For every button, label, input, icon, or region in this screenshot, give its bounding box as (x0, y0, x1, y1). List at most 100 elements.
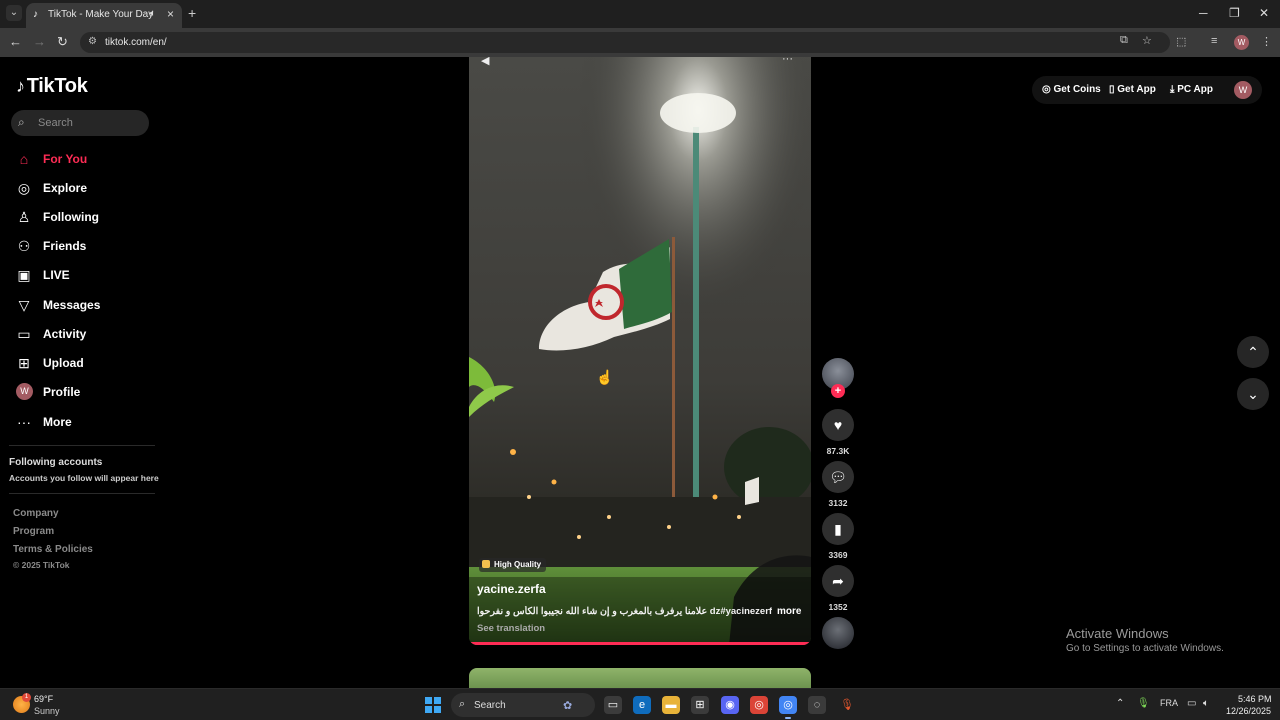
previous-video-button[interactable]: ⌃ (1237, 336, 1269, 368)
divider (9, 493, 155, 494)
microphone-app-icon[interactable]: 🎙︎ (838, 696, 856, 714)
like-button[interactable]: ♥ (822, 409, 854, 441)
bookmark-star-icon[interactable]: ☆ (1142, 34, 1152, 47)
footer-link-company[interactable]: Company (13, 508, 59, 519)
file-explorer-icon[interactable]: ▬ (662, 696, 680, 714)
sound-disc[interactable] (822, 617, 854, 649)
follow-plus-button[interactable]: + (831, 384, 845, 398)
chrome-profile-icon[interactable]: ◎ (779, 696, 797, 719)
video-player[interactable]: ◀︎ ··· High Quality yacine.zerfa علامنا … (469, 57, 811, 645)
video-frame (469, 57, 811, 645)
volume-icon[interactable]: ◀︎ (481, 57, 489, 67)
pc-app-button[interactable]: ⤓ PC App (1170, 84, 1213, 95)
comment-button[interactable]: 💬︎ (822, 461, 854, 493)
sidebar-item-upload[interactable]: ⊞ Upload (16, 353, 156, 375)
more-icon: ··· (17, 414, 31, 430)
sidebar-item-friends[interactable]: ⚇ Friends (16, 236, 156, 258)
browser-menu-icon[interactable]: ⋮ (1261, 35, 1272, 48)
weather-temperature: 69°F (34, 694, 54, 704)
user-avatar[interactable]: W (1234, 81, 1252, 99)
discord-icon[interactable]: ◉ (721, 696, 739, 714)
network-icon[interactable]: ▭ (1187, 698, 1196, 709)
sidebar-item-messages[interactable]: ▽ Messages (16, 295, 156, 317)
video-author[interactable]: yacine.zerfa (477, 582, 546, 596)
edge-icon[interactable]: e (633, 696, 651, 714)
sidebar-item-profile[interactable]: W Profile (16, 382, 156, 404)
chevron-down-icon: ⌄ (1247, 386, 1259, 402)
back-icon[interactable]: ← (9, 34, 22, 49)
windows-logo-tile (434, 697, 441, 704)
following-accounts-heading: Following accounts (9, 457, 103, 468)
sidebar-item-explore[interactable]: ◎ Explore (16, 178, 156, 200)
sidebar-item-more[interactable]: ··· More (16, 412, 156, 434)
taskbar-search[interactable]: ⌕ Search ✿ (451, 693, 595, 717)
chevron-up-icon: ⌃ (1247, 344, 1259, 360)
copyright: © 2025 TikTok (13, 560, 70, 570)
next-video-button[interactable]: ⌄ (1237, 378, 1269, 410)
site-info-icon[interactable]: ⚙ (88, 36, 97, 47)
footer-link-program[interactable]: Program (13, 526, 54, 537)
quality-badge: High Quality (479, 558, 547, 572)
activity-icon: ▭ (17, 326, 31, 342)
media-controls-icon[interactable]: ≡ (1211, 35, 1217, 47)
caption-more-button[interactable]: more (777, 606, 801, 617)
sidebar-item-label: LIVE (43, 268, 70, 282)
tab-close-icon[interactable]: × (167, 7, 174, 21)
tab-title: TikTok - Make Your Day (48, 9, 154, 20)
browser-tab-tiktok[interactable]: ♪ TikTok - Make Your Day 🔈︎ × (26, 3, 182, 28)
install-app-icon[interactable]: ⧉ (1120, 34, 1128, 47)
extensions-icon[interactable]: ⬚ (1176, 35, 1186, 48)
sidebar-item-live[interactable]: ▣ LIVE (16, 265, 156, 287)
footer-link-terms[interactable]: Terms & Policies (13, 544, 93, 555)
language-indicator[interactable]: FRA (1160, 698, 1178, 708)
sidebar-item-label: Messages (43, 298, 101, 312)
microphone-icon[interactable]: 🎙︎ (1137, 698, 1150, 709)
video-caption: علامنا يرفرف بالمغرب و إن شاء الله نجيبو… (477, 606, 772, 617)
save-button[interactable]: ▮ (822, 513, 854, 545)
address-bar[interactable]: ⚙ tiktok.com/en/ (80, 32, 1170, 53)
sidebar-item-activity[interactable]: ▭ Activity (16, 324, 156, 346)
video-options-icon[interactable]: ··· (782, 57, 793, 65)
forward-icon[interactable]: → (33, 34, 46, 49)
maximize-icon[interactable]: ❐ (1229, 6, 1240, 20)
avatar: W (16, 383, 33, 400)
video-progress-bar[interactable] (469, 642, 811, 645)
get-coins-button[interactable]: ◎ Get Coins (1042, 84, 1101, 95)
sidebar-item-for-you[interactable]: ⌂ For You (16, 149, 156, 171)
save-count: 3369 (828, 550, 848, 560)
clock-time[interactable]: 5:46 PM (1238, 694, 1272, 704)
sidebar-item-label: More (43, 415, 72, 429)
sidebar: ♪ TikTok ⌕ Search ⌂ For You ◎ Explore ♙ F… (0, 57, 160, 687)
browser-profile-avatar[interactable]: W (1234, 35, 1249, 50)
sidebar-item-label: Following (43, 210, 99, 224)
app-icon[interactable]: ◌ (808, 696, 826, 714)
start-button[interactable] (425, 697, 441, 713)
new-tab-button[interactable]: + (188, 5, 196, 21)
share-count: 1352 (828, 602, 848, 612)
window-close-icon[interactable]: ✕ (1259, 6, 1269, 20)
tray-overflow-icon[interactable]: ⌃ (1116, 698, 1124, 709)
sidebar-item-following[interactable]: ♙ Following (16, 207, 156, 229)
tab-audio-icon[interactable]: 🔈︎ (150, 8, 156, 19)
volume-icon[interactable]: 🔈︎ (1203, 698, 1209, 709)
search-icon: ⌕ (18, 115, 25, 129)
tiktok-note-icon: ♪ (16, 76, 25, 96)
clock-date[interactable]: 12/26/2025 (1226, 706, 1271, 716)
search-icon: ⌕ (459, 698, 466, 710)
reload-icon[interactable]: ↻ (57, 34, 68, 50)
tiktok-logo[interactable]: ♪ TikTok (16, 75, 88, 98)
minimize-icon[interactable]: ─ (1199, 6, 1208, 20)
windows-logo-tile (434, 706, 441, 713)
quality-icon (482, 560, 490, 568)
sidebar-item-label: Friends (43, 239, 87, 253)
get-app-button[interactable]: ▯ Get App (1109, 84, 1156, 95)
store-icon[interactable]: ⊞ (691, 696, 709, 714)
tab-list-button[interactable]: ⌄ (6, 5, 22, 21)
sidebar-item-label: Explore (43, 181, 88, 195)
task-view-icon[interactable]: ▭ (604, 696, 622, 714)
next-video-preview[interactable] (469, 668, 811, 688)
see-translation-link[interactable]: See translation (477, 623, 545, 634)
chrome-icon[interactable]: ◎ (750, 696, 768, 714)
share-button[interactable]: ➦ (822, 565, 854, 597)
search-input[interactable]: ⌕ Search (11, 110, 149, 136)
